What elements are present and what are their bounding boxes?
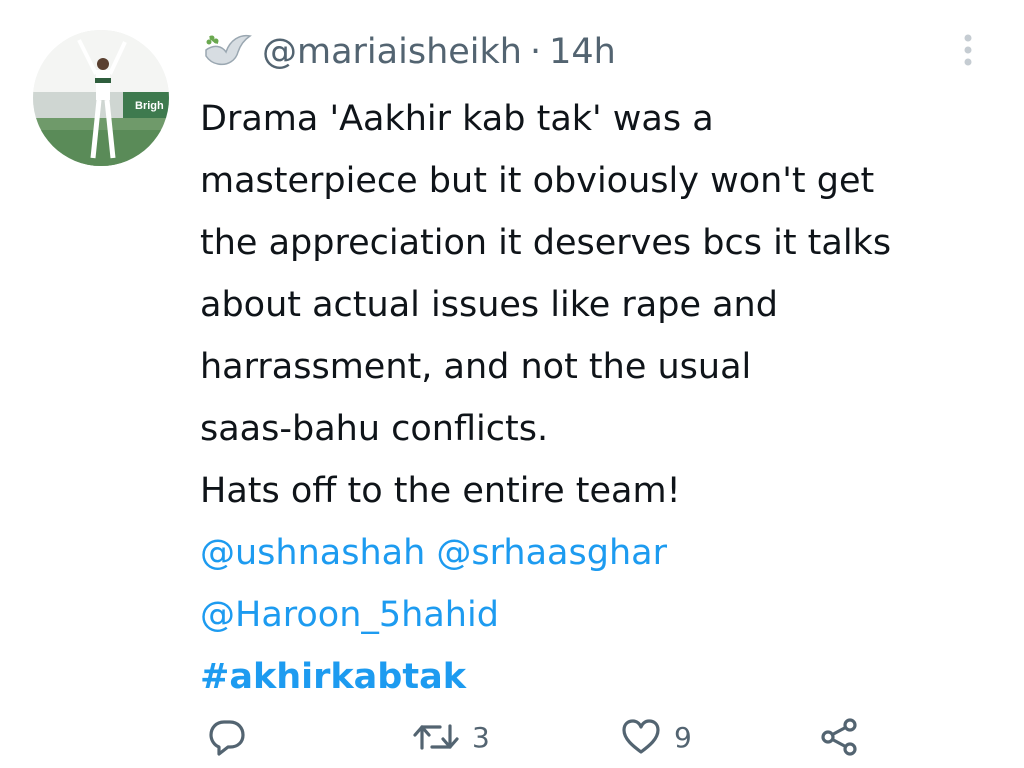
share-icon <box>821 718 857 756</box>
reply-button[interactable] <box>206 712 248 762</box>
retweet-icon <box>413 724 459 750</box>
mention-link[interactable]: @Haroon_5hahid <box>200 595 499 635</box>
retweet-button[interactable]: 3 <box>412 712 490 762</box>
tweet-text-line: masterpiece but it obviously won't get <box>200 161 875 201</box>
more-options-icon[interactable] <box>956 30 980 70</box>
tweet-timestamp[interactable]: 14h <box>549 32 616 72</box>
mention-link[interactable]: @srhaasghar <box>436 533 667 573</box>
tweet-header: @mariaisheikh · 14h <box>200 28 616 76</box>
tweet-text-line: about actual issues like rape and <box>200 285 778 325</box>
share-button[interactable] <box>818 712 860 762</box>
tweet-text-line: Drama 'Aakhir kab tak' was a <box>200 99 714 139</box>
mentions-line: @Haroon_5hahid <box>200 584 1010 646</box>
user-handle[interactable]: @mariaisheikh <box>262 32 522 72</box>
like-count: 9 <box>674 720 692 754</box>
tweet-text: Drama 'Aakhir kab tak' was a masterpiece… <box>200 88 1010 708</box>
mentions-line: @ushnashah @srhaasghar <box>200 522 1010 584</box>
avatar-image: Brigh <box>33 30 169 166</box>
mention-link[interactable]: @ushnashah <box>200 533 425 573</box>
heart-icon <box>622 719 660 754</box>
avatar-sign-text: Brigh <box>135 100 164 112</box>
retweet-count: 3 <box>472 720 490 754</box>
tweet-text-line: harrassment, and not the usual <box>200 347 752 387</box>
hashtag-line: #akhirkabtak <box>200 646 1010 708</box>
hashtag-link[interactable]: #akhirkabtak <box>200 657 466 697</box>
header-separator: · <box>529 32 542 72</box>
reply-icon <box>209 720 245 756</box>
tweet-text-line: saas-bahu conflicts. <box>200 409 549 449</box>
like-button[interactable]: 9 <box>620 712 692 762</box>
tweet-actions: 3 9 <box>0 712 1024 768</box>
dove-icon <box>200 32 252 72</box>
tweet-text-line: the appreciation it deserves bcs it talk… <box>200 223 892 263</box>
avatar[interactable]: Brigh <box>33 30 169 166</box>
tweet-text-line: Hats off to the entire team! <box>200 471 681 511</box>
